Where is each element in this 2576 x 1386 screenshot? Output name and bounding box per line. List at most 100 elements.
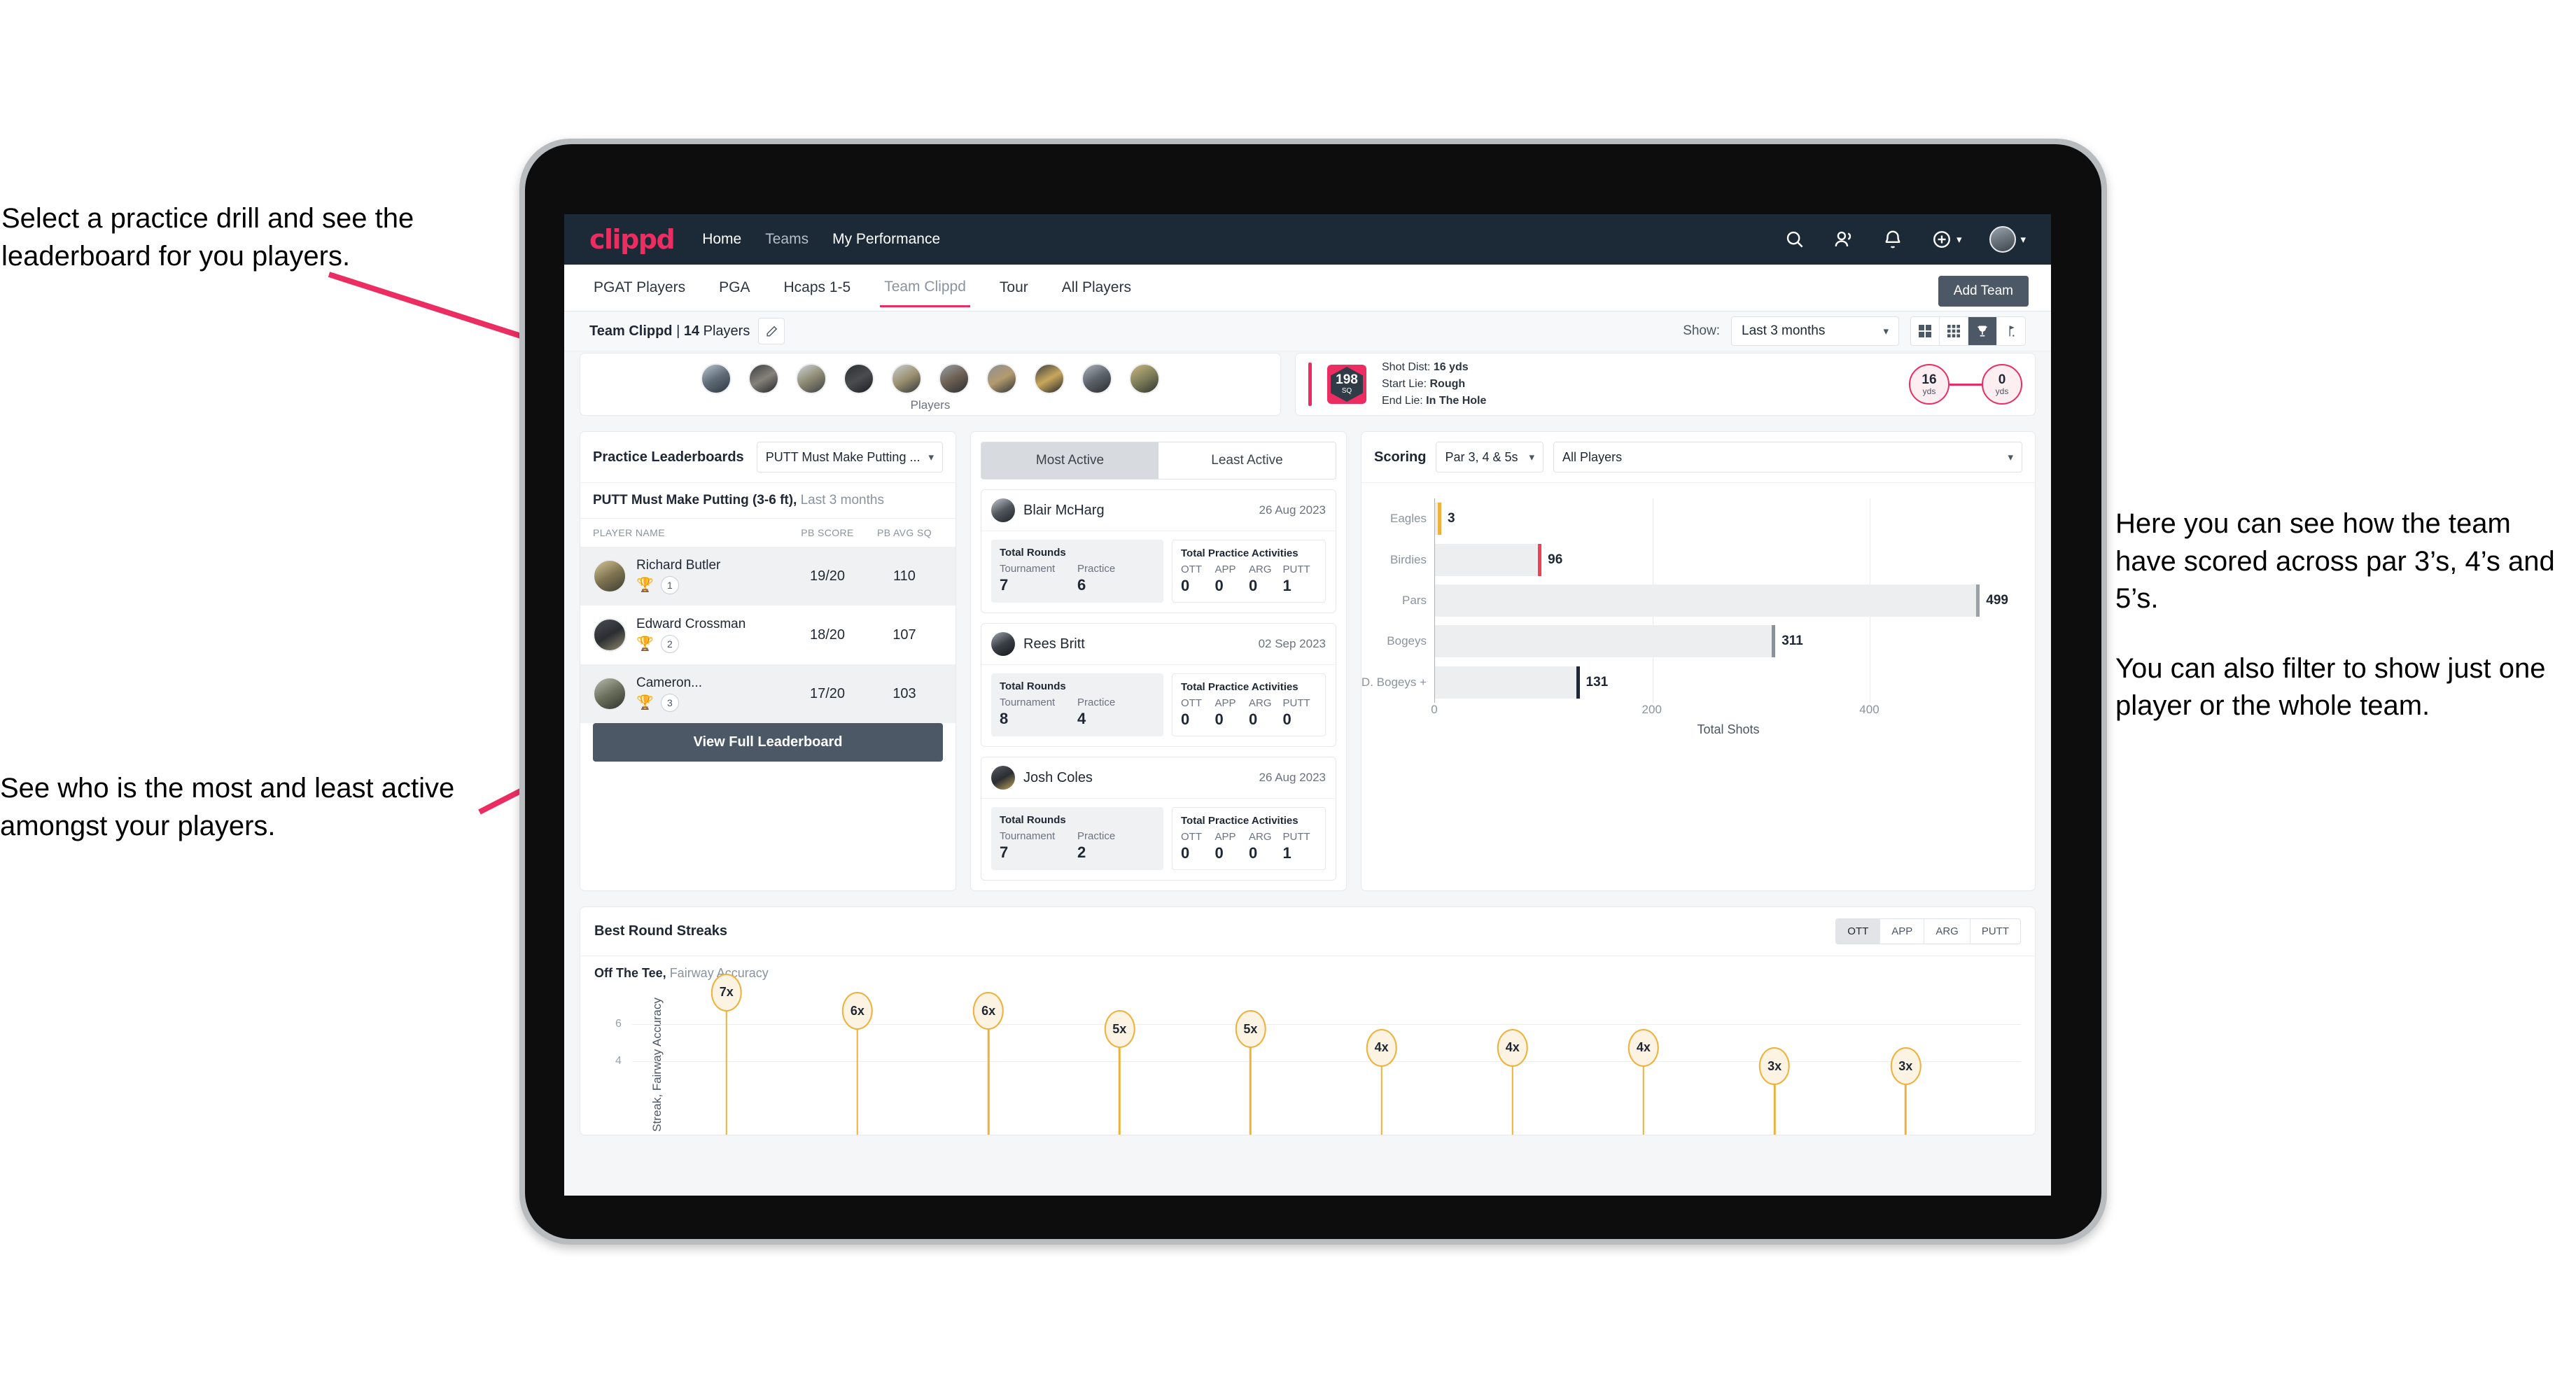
- player-avatar-list: [580, 354, 1280, 394]
- shot-quality-badge: 198 SQ: [1327, 365, 1366, 404]
- shot-distance-diagram: 16 yds 0 yds: [1909, 364, 2022, 405]
- show-label: Show:: [1683, 323, 1720, 338]
- rounds-label-practice: Practice: [1077, 696, 1116, 708]
- activity-player-card[interactable]: Rees Britt 02 Sep 2023 Total Rounds Tour…: [981, 623, 1336, 747]
- streak-marker[interactable]: 5x: [1104, 1010, 1135, 1135]
- streaks-tab-arg[interactable]: ARG: [1924, 919, 1970, 944]
- streak-marker[interactable]: 3x: [1890, 1047, 1921, 1135]
- total-rounds-title: Total Rounds: [1000, 680, 1066, 692]
- chevron-down-icon-par: ▾: [1529, 451, 1535, 463]
- tab-most-active[interactable]: Most Active: [981, 442, 1158, 479]
- activity-date: 26 Aug 2023: [1259, 503, 1326, 517]
- tab-least-active[interactable]: Least Active: [1158, 442, 1336, 479]
- act-value-ott: 0: [1181, 710, 1190, 728]
- act-value-putt: 1: [1282, 844, 1292, 862]
- shot-dist-value: 16 yds: [1433, 361, 1469, 373]
- tab-pga[interactable]: PGA: [715, 270, 754, 306]
- activity-player-card[interactable]: Josh Coles 26 Aug 2023 Total Rounds Tour…: [981, 757, 1336, 881]
- player-avatar[interactable]: [891, 363, 922, 394]
- activity-card-header: Josh Coles 26 Aug 2023: [981, 757, 1336, 798]
- nav-link-teams[interactable]: Teams: [765, 231, 808, 248]
- rounds-value-tournament: 7: [1000, 844, 1009, 861]
- bell-icon[interactable]: [1882, 229, 1903, 250]
- date-range-select[interactable]: Last 3 months ▾: [1731, 316, 1899, 346]
- plus-circle-icon[interactable]: ▾: [1931, 229, 1962, 250]
- view-grid-small-icon[interactable]: [1939, 317, 1968, 345]
- view-trophy-icon[interactable]: [1968, 317, 1996, 345]
- rank-pill: 1: [660, 576, 679, 594]
- streaks-tab-ott[interactable]: OTT: [1836, 919, 1880, 944]
- player-avatar[interactable]: [796, 363, 827, 394]
- chevron-down-icon-profile[interactable]: ▾: [2020, 233, 2026, 246]
- streak-marker[interactable]: 4x: [1366, 1028, 1397, 1135]
- annotation-bottom-left: See who is the most and least active amo…: [0, 773, 455, 841]
- search-icon[interactable]: [1784, 229, 1805, 250]
- table-row[interactable]: Richard Butler 🏆 1 19/20 110: [580, 547, 955, 606]
- avatar: [593, 618, 626, 652]
- streak-value-label: 3x: [1890, 1047, 1921, 1086]
- people-icon[interactable]: [1833, 229, 1854, 250]
- bar-category-label: Birdies: [1390, 552, 1427, 566]
- streak-marker[interactable]: 5x: [1235, 1010, 1266, 1135]
- tab-pgat-players[interactable]: PGAT Players: [589, 270, 690, 306]
- player-avatar[interactable]: [1129, 363, 1160, 394]
- streak-marker[interactable]: 4x: [1497, 1028, 1528, 1135]
- view-flag-icon[interactable]: [1996, 317, 2025, 345]
- player-avatar[interactable]: [1082, 363, 1112, 394]
- table-row[interactable]: Cameron... 🏆 3 17/20 103: [580, 664, 955, 723]
- streak-value-label: 4x: [1366, 1028, 1397, 1067]
- clippd-logo[interactable]: clippd: [589, 224, 676, 255]
- pb-avg-sq-value: 103: [892, 685, 916, 701]
- x-tick-label: 200: [1642, 703, 1662, 716]
- add-team-button[interactable]: Add Team: [1938, 276, 2029, 307]
- activity-player-card[interactable]: Blair McHarg 26 Aug 2023 Total Rounds To…: [981, 489, 1336, 613]
- tab-hcaps-1-5[interactable]: Hcaps 1-5: [779, 270, 855, 306]
- tab-all-players[interactable]: All Players: [1058, 270, 1135, 306]
- player-avatar[interactable]: [748, 363, 779, 394]
- player-avatar[interactable]: [939, 363, 969, 394]
- view-grid-large-icon[interactable]: [1911, 317, 1939, 345]
- start-lie-value: Rough: [1429, 378, 1466, 390]
- bar: 96: [1435, 543, 1562, 576]
- streak-marker[interactable]: 7x: [710, 973, 742, 1135]
- par-filter-select[interactable]: Par 3, 4 & 5s ▾: [1436, 442, 1544, 472]
- nav-link-home[interactable]: Home: [702, 231, 741, 248]
- streak-marker[interactable]: 6x: [973, 992, 1004, 1135]
- chevron-down-icon[interactable]: ▾: [1956, 233, 1962, 246]
- tab-team-clippd[interactable]: Team Clippd: [880, 269, 970, 307]
- streak-marker[interactable]: 3x: [1759, 1047, 1791, 1135]
- pb-score-value: 17/20: [809, 685, 846, 701]
- player-avatar[interactable]: [1034, 363, 1065, 394]
- act-label-app: APP: [1214, 831, 1236, 843]
- avatar: [991, 766, 1015, 790]
- player-avatar[interactable]: [986, 363, 1017, 394]
- drill-select[interactable]: PUTT Must Make Putting ... ▾: [756, 442, 943, 472]
- tab-tour[interactable]: Tour: [995, 270, 1032, 306]
- avatar[interactable]: ▾: [1989, 226, 2026, 253]
- main-row: Practice Leaderboards PUTT Must Make Put…: [580, 431, 2036, 891]
- act-label-arg: ARG: [1249, 831, 1272, 843]
- team-toolbar-right: Show: Last 3 months ▾: [1683, 316, 2026, 346]
- view-full-leaderboard-button[interactable]: View Full Leaderboard: [593, 723, 943, 762]
- start-lie-line: Start Lie: Rough: [1382, 376, 1486, 393]
- shot-detail-card: 198 SQ Shot Dist: 16 yds Start Lie: Roug…: [1295, 353, 2036, 416]
- shot-start-distance-unit: yds: [1922, 386, 1936, 396]
- table-row[interactable]: Edward Crossman 🏆 2 18/20 107: [580, 606, 955, 664]
- streak-marker[interactable]: 6x: [841, 992, 873, 1135]
- col-player-name: PLAYER NAME: [593, 527, 665, 538]
- y-tick-label: 4: [615, 1054, 622, 1067]
- nav-link-my-performance[interactable]: My Performance: [832, 231, 940, 248]
- act-label-arg: ARG: [1249, 697, 1272, 709]
- streaks-tab-putt[interactable]: PUTT: [1969, 919, 2020, 944]
- pencil-icon[interactable]: [758, 318, 785, 344]
- streaks-tab-app[interactable]: APP: [1879, 919, 1924, 944]
- player-avatar[interactable]: [844, 363, 874, 394]
- app-header-actions: ▾ ▾: [1784, 226, 2026, 253]
- streak-value-label: 6x: [841, 992, 873, 1030]
- player-filter-select[interactable]: All Players ▾: [1553, 442, 2022, 472]
- act-value-arg: 0: [1249, 577, 1258, 594]
- player-avatar[interactable]: [701, 363, 732, 394]
- end-lie-line: End Lie: In The Hole: [1382, 393, 1486, 410]
- activity-date: 26 Aug 2023: [1259, 771, 1326, 784]
- streak-marker[interactable]: 4x: [1628, 1028, 1659, 1135]
